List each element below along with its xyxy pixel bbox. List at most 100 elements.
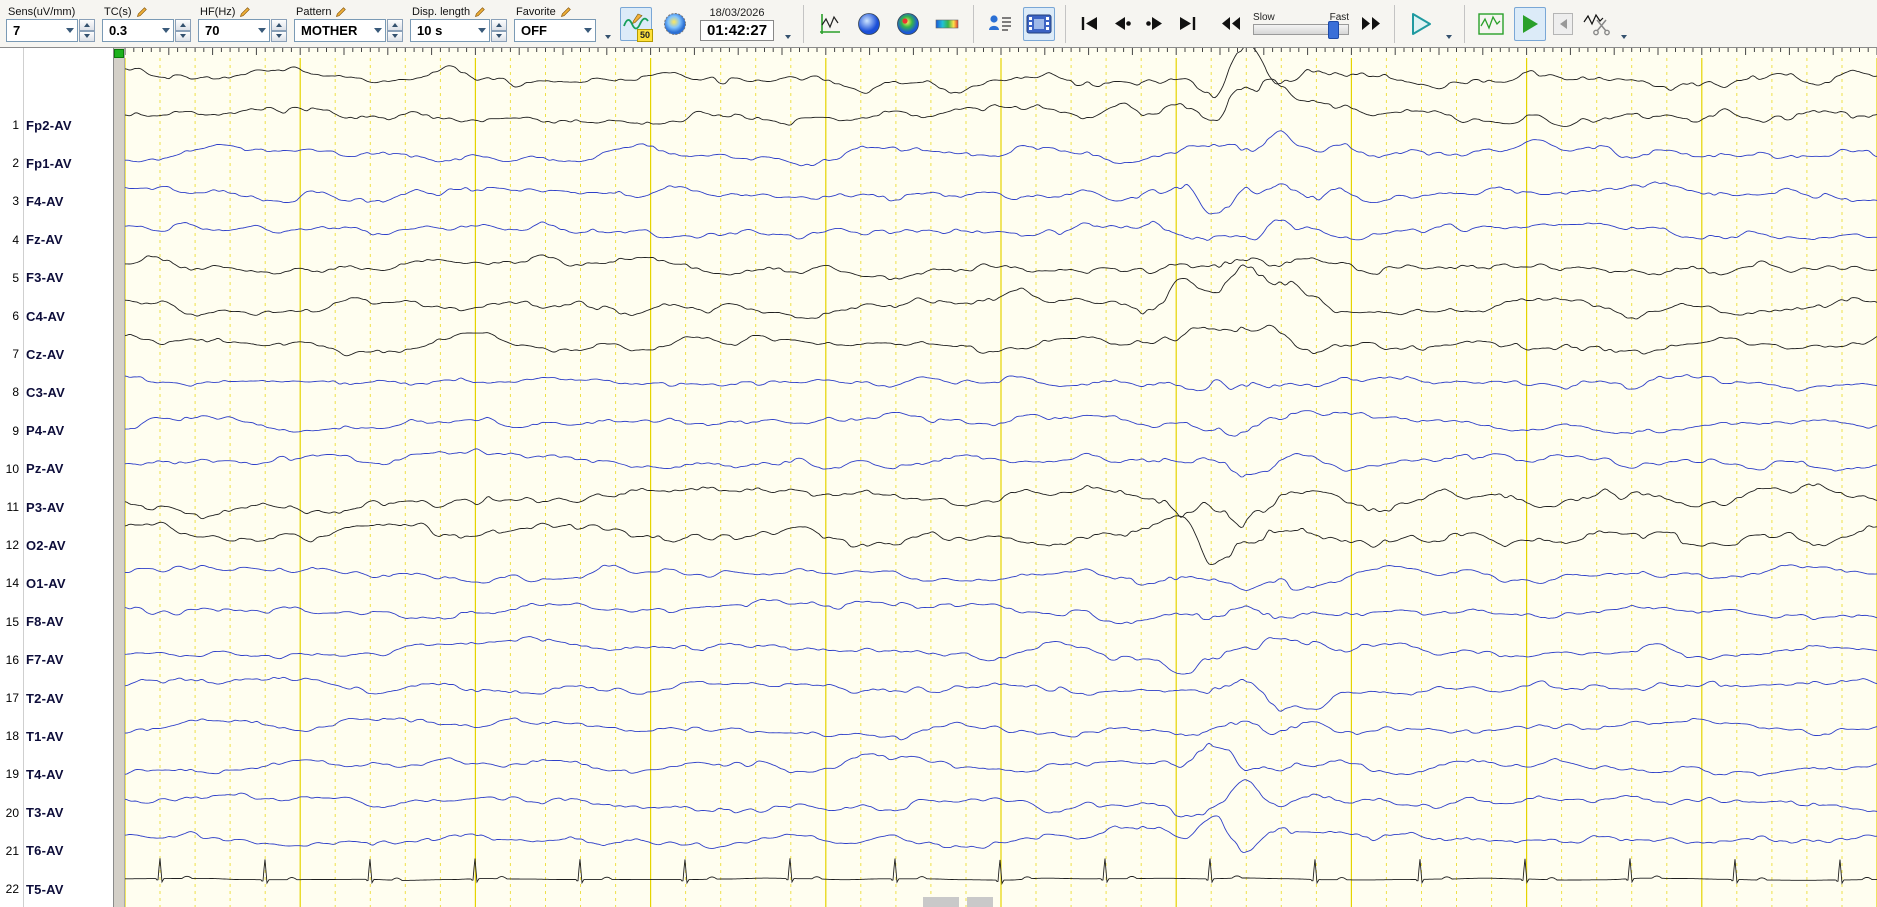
play-more-arrow[interactable]: [1444, 9, 1454, 39]
disp-length-down-button[interactable]: [491, 30, 507, 42]
amplitude-measure-icon: [820, 13, 841, 34]
channel-number: 12: [5, 538, 19, 553]
head-map-blue-button[interactable]: [853, 7, 885, 41]
position-marker[interactable]: [114, 49, 124, 58]
channel-label: T1-AV: [26, 728, 64, 744]
play-button[interactable]: [1405, 11, 1437, 37]
hf-spinner[interactable]: [271, 19, 287, 42]
patient-info-icon: [989, 14, 1012, 31]
edit-pencil-icon[interactable]: [136, 6, 148, 18]
down-arrow-icon: [180, 34, 186, 39]
favorite-more-arrow[interactable]: [603, 9, 613, 39]
notch-filter-button[interactable]: 50: [620, 6, 653, 42]
step-back-button[interactable]: [1553, 12, 1574, 35]
amplitude-measure-button[interactable]: [814, 7, 846, 41]
channel-row[interactable]: 19 T4-AV: [0, 765, 64, 783]
channel-row[interactable]: 15 F8-AV: [0, 613, 64, 631]
channel-row[interactable]: 9 P4-AV: [0, 422, 64, 440]
disp-length-spinner[interactable]: [491, 19, 507, 42]
speed-track[interactable]: [1253, 21, 1350, 39]
eeg-svg[interactable]: [124, 42, 1877, 907]
chevron-down-icon: [374, 28, 382, 33]
channel-label: Fz-AV: [26, 232, 63, 248]
sens-combo[interactable]: 7: [6, 19, 78, 42]
hf-down-button[interactable]: [271, 30, 287, 42]
channel-row[interactable]: 4 Fz-AV: [0, 231, 63, 249]
channel-row[interactable]: 20 T3-AV: [0, 804, 64, 822]
tools-more-arrow[interactable]: [1619, 9, 1629, 39]
hf-up-button[interactable]: [271, 19, 287, 31]
channel-row[interactable]: 12 O2-AV: [0, 536, 66, 554]
rewind-button[interactable]: [1218, 11, 1244, 37]
vertical-scrollbar[interactable]: [113, 48, 125, 907]
pattern-control: Pattern MOTHER: [294, 2, 403, 46]
disp-length-up-button[interactable]: [491, 19, 507, 31]
down-arrow-icon: [1621, 34, 1628, 39]
tc-combo[interactable]: 0.3: [102, 19, 174, 42]
channel-number: 17: [5, 691, 19, 705]
channel-row[interactable]: 16 F7-AV: [0, 651, 64, 669]
up-arrow-icon: [180, 22, 186, 27]
eeg-trace-area[interactable]: [124, 42, 1877, 907]
channel-row[interactable]: 8 C3-AV: [0, 383, 65, 401]
edit-pencil-icon[interactable]: [474, 6, 486, 18]
channel-label: Pz-AV: [26, 461, 64, 477]
auto-play-button[interactable]: [1514, 6, 1547, 41]
favorite-combo[interactable]: OFF: [514, 19, 596, 42]
hf-combo[interactable]: 70: [198, 19, 270, 42]
channel-row[interactable]: 3 F4-AV: [0, 192, 64, 210]
channel-row[interactable]: 5 F3-AV: [0, 269, 64, 287]
pattern-combo[interactable]: MOTHER: [294, 19, 386, 42]
channel-row[interactable]: 11 P3-AV: [0, 498, 65, 516]
edit-pencil-icon[interactable]: [239, 6, 251, 18]
channel-number: 18: [5, 729, 19, 744]
channel-row[interactable]: 17 T2-AV: [0, 689, 64, 707]
skip-start-button[interactable]: [1076, 11, 1102, 37]
channel-label: C3-AV: [26, 384, 66, 400]
channel-label: Fp2-AV: [26, 117, 72, 133]
head-map-rainbow-button[interactable]: [892, 7, 924, 41]
prev-event-button[interactable]: [1109, 11, 1135, 37]
pattern-label: Pattern: [296, 6, 332, 18]
edit-pencil-icon[interactable]: [560, 6, 572, 18]
clip-cut-button[interactable]: [1580, 7, 1612, 41]
channel-row[interactable]: 14 O1-AV: [0, 574, 66, 592]
video-button[interactable]: [1023, 6, 1056, 41]
main-toolbar: Sens(uV/mm) 7 TC(s) 0.3 HF(Hz) 70 Patter…: [0, 0, 1877, 48]
channel-row[interactable]: 21 T6-AV: [0, 842, 64, 860]
channel-number: 8: [12, 385, 19, 400]
next-event-button[interactable]: [1142, 11, 1168, 37]
tc-down-button[interactable]: [175, 30, 191, 42]
channel-label: F7-AV: [26, 652, 64, 668]
pattern-spinner[interactable]: [387, 19, 403, 42]
sens-spinner[interactable]: [79, 19, 95, 42]
speed-slider[interactable]: Slow Fast: [1253, 12, 1350, 39]
channel-number: 2: [12, 156, 19, 171]
speed-thumb[interactable]: [1328, 21, 1340, 39]
patient-info-button[interactable]: [984, 7, 1016, 41]
colorbar-button[interactable]: [931, 7, 963, 41]
channel-row[interactable]: 7 Cz-AV: [0, 345, 64, 363]
up-arrow-icon: [496, 22, 502, 27]
channel-label: P3-AV: [26, 499, 65, 515]
disp-length-combo[interactable]: 10 s: [410, 19, 490, 42]
channel-row[interactable]: 22 T5-AV: [0, 880, 64, 898]
brain-map-button[interactable]: [659, 7, 691, 41]
channel-row[interactable]: 10 Pz-AV: [0, 460, 64, 478]
tc-spinner[interactable]: [175, 19, 191, 42]
channel-row[interactable]: 18 T1-AV: [0, 727, 64, 745]
edit-pencil-icon[interactable]: [335, 6, 347, 18]
datetime-more-arrow[interactable]: [783, 9, 793, 39]
pattern-down-button[interactable]: [387, 30, 403, 42]
channel-row[interactable]: 6 C4-AV: [0, 307, 65, 325]
wave-display-button[interactable]: [1475, 7, 1507, 41]
head-map-blue-icon: [858, 12, 880, 35]
sens-up-button[interactable]: [79, 19, 95, 31]
pattern-up-button[interactable]: [387, 19, 403, 31]
tc-up-button[interactable]: [175, 19, 191, 31]
sens-down-button[interactable]: [79, 30, 95, 42]
channel-row[interactable]: 1 Fp2-AV: [0, 116, 72, 134]
skip-end-button[interactable]: [1175, 11, 1201, 37]
channel-row[interactable]: 2 Fp1-AV: [0, 154, 72, 172]
fast-forward-button[interactable]: [1358, 11, 1384, 37]
